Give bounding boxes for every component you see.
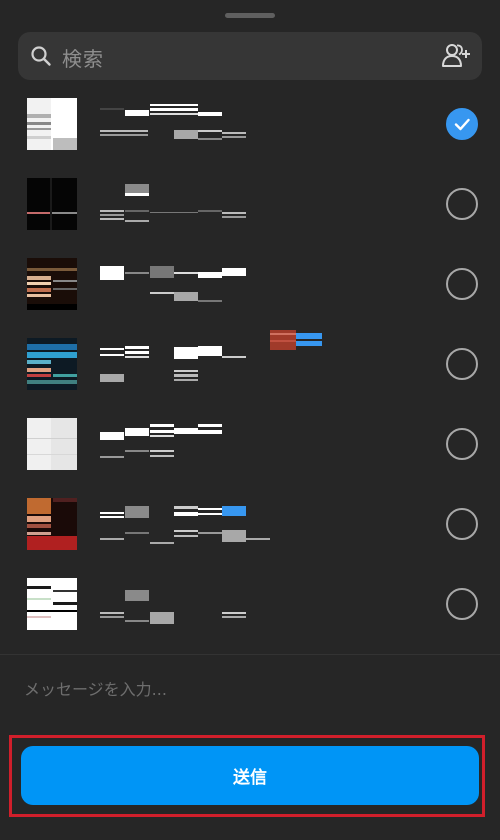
avatar — [27, 578, 77, 630]
checkmark-icon — [454, 118, 470, 131]
list-item[interactable] — [0, 244, 500, 324]
select-checkbox[interactable] — [446, 348, 478, 380]
share-sheet: 検索 メッセージを入力... 送信 — [0, 0, 500, 840]
send-button[interactable]: 送信 — [21, 746, 479, 805]
recipient-name-redacted — [100, 184, 246, 222]
avatar — [27, 498, 77, 550]
status-badge — [270, 330, 322, 350]
select-checkbox[interactable] — [446, 428, 478, 460]
send-button-label: 送信 — [233, 768, 267, 788]
recipient-name-redacted — [100, 424, 222, 458]
avatar — [27, 178, 77, 230]
search-input[interactable]: 検索 — [62, 43, 104, 72]
select-checkbox[interactable] — [446, 268, 478, 300]
list-item[interactable] — [0, 404, 500, 484]
recipient-name-redacted — [100, 266, 246, 302]
sheet-grabber[interactable] — [225, 13, 275, 18]
message-input[interactable]: メッセージを入力... — [24, 676, 464, 706]
add-people-icon[interactable] — [440, 42, 472, 70]
recipient-name-redacted — [100, 104, 246, 140]
select-checkbox-checked[interactable] — [446, 108, 478, 140]
search-bar[interactable]: 検索 — [18, 32, 482, 80]
select-checkbox[interactable] — [446, 508, 478, 540]
divider — [0, 654, 500, 655]
avatar — [27, 418, 77, 470]
list-item[interactable] — [0, 484, 500, 564]
avatar — [27, 338, 77, 390]
recipient-name-redacted — [100, 506, 270, 544]
select-checkbox[interactable] — [446, 588, 478, 620]
avatar — [27, 98, 77, 150]
avatar — [27, 258, 77, 310]
recipient-name-redacted — [100, 590, 246, 624]
list-item[interactable] — [0, 164, 500, 244]
select-checkbox[interactable] — [446, 188, 478, 220]
search-icon — [31, 46, 51, 66]
list-item[interactable] — [0, 324, 500, 404]
list-item[interactable] — [0, 564, 500, 644]
list-item[interactable] — [0, 84, 500, 164]
